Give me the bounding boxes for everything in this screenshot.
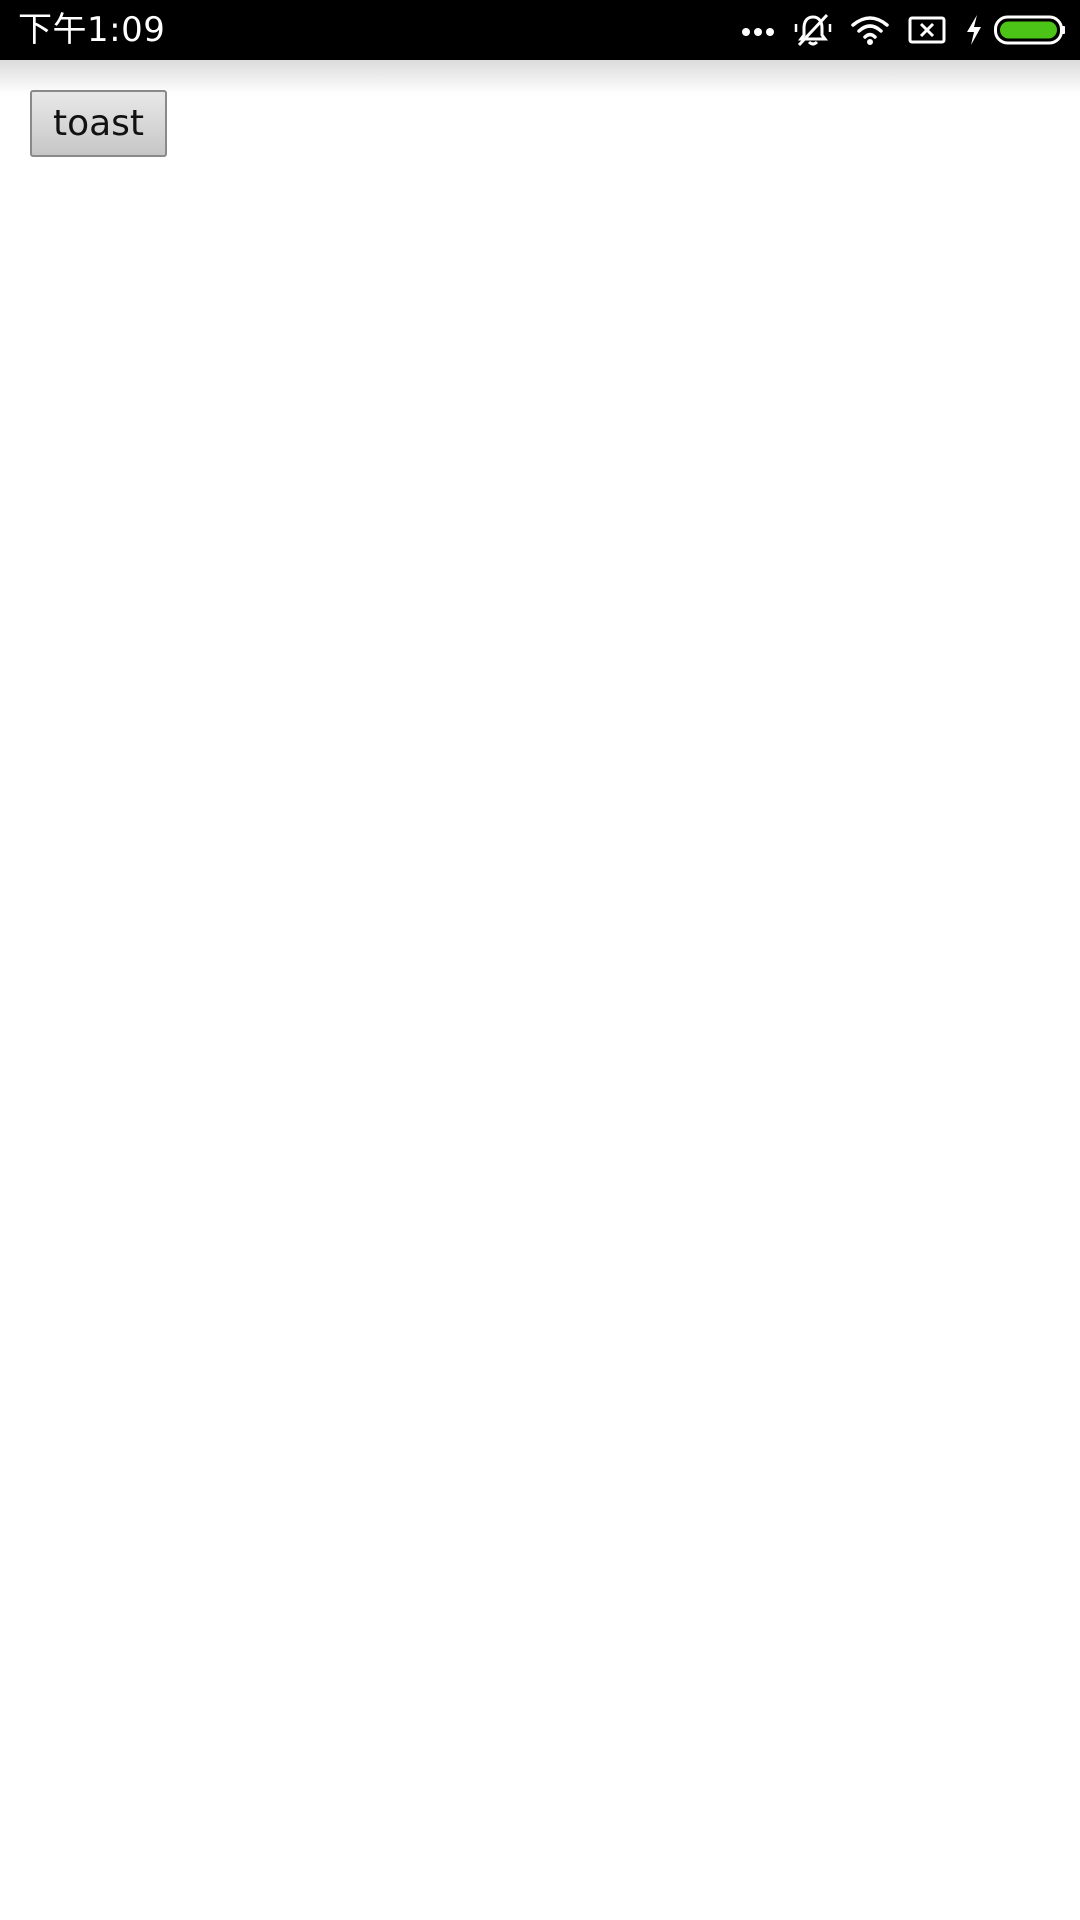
more-dots-icon — [740, 22, 776, 38]
status-icons — [740, 10, 1066, 50]
charging-bolt-icon — [964, 14, 984, 46]
battery-icon — [994, 14, 1066, 46]
sim-blocked-icon — [908, 15, 946, 45]
silent-bell-icon — [794, 12, 832, 48]
toast-button[interactable]: toast — [30, 90, 167, 157]
wifi-icon — [850, 14, 890, 46]
status-bar: 下午1:09 — [0, 0, 1080, 60]
status-time: 下午1:09 — [18, 10, 166, 50]
main-content: toast — [0, 60, 1080, 1920]
